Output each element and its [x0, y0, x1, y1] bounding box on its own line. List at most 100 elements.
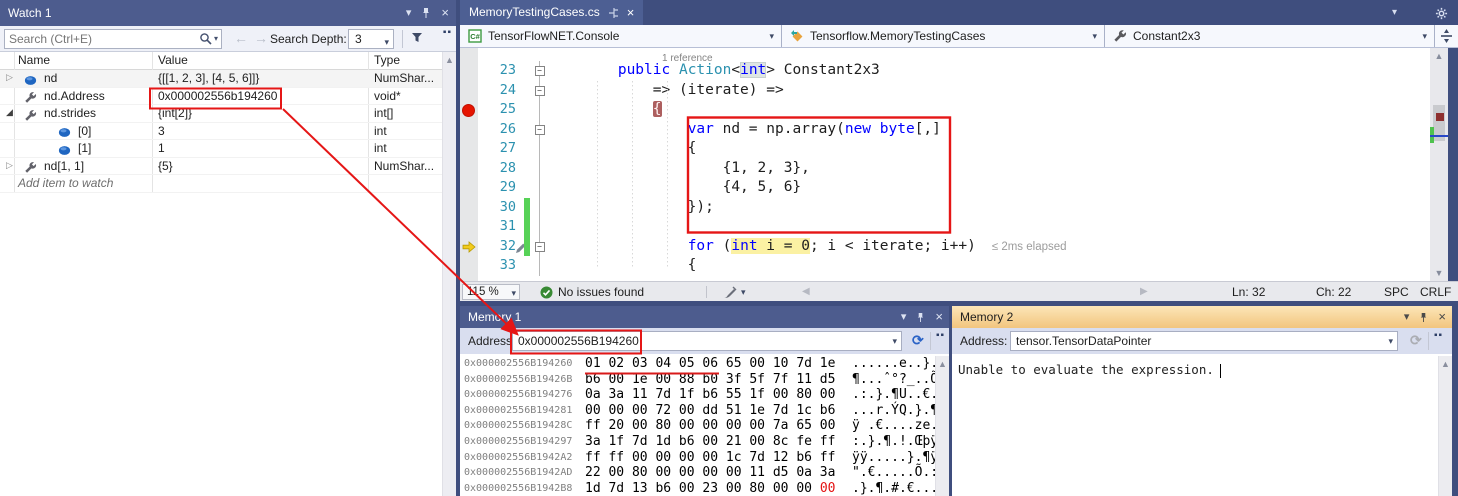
pin-icon[interactable] — [916, 306, 925, 328]
memory2-address-input[interactable] — [1016, 333, 1381, 349]
code-text[interactable]: }); — [548, 198, 1430, 218]
code-line[interactable]: 30 }); — [460, 198, 1430, 218]
document-dropdown-icon[interactable]: ▾ — [1392, 7, 1397, 18]
memory-row[interactable]: 0x000002556B194297 3a 1f 7d 1d b6 00 21 … — [460, 434, 935, 450]
scroll-up-icon[interactable]: ▲ — [443, 55, 456, 65]
breakpoint-margin-cell[interactable] — [460, 159, 478, 179]
code-line[interactable]: 26 − var nd = np.array(new byte[,] — [460, 120, 1430, 140]
column-header-name[interactable]: Name — [18, 53, 50, 67]
hscroll-left-icon[interactable]: ◀ — [802, 286, 810, 297]
scroll-up-icon[interactable]: ▲ — [1439, 359, 1452, 369]
window-position-icon[interactable]: ▾ — [901, 306, 907, 328]
codelens-row[interactable]: 1 reference — [460, 48, 1430, 61]
outlining-cell[interactable] — [532, 178, 548, 198]
code-text[interactable]: => (iterate) => — [548, 81, 1430, 101]
code-line[interactable]: 32 − for (int i = 0; i < iterate; i++)≤ … — [460, 237, 1430, 257]
watch-row[interactable]: ▷ nd[1, 1] {5} NumShar... — [0, 158, 442, 176]
fold-collapse-icon[interactable]: − — [535, 66, 545, 76]
memory2-titlebar[interactable]: Memory 2 ▾ × — [952, 306, 1452, 328]
watch-row[interactable]: ◢ nd.strides {int[2]} int[] — [0, 105, 442, 123]
memory-row[interactable]: 0x000002556B194260 01 02 03 04 05 06 65 … — [460, 356, 935, 372]
fold-collapse-icon[interactable]: − — [535, 242, 545, 252]
memory1-titlebar[interactable]: Memory 1 ▾ × — [460, 306, 949, 328]
code-text[interactable] — [548, 217, 1430, 237]
watch-row[interactable]: nd.Address 0x000002556b194260 void* — [0, 88, 442, 106]
outlining-cell[interactable]: − — [532, 61, 548, 81]
issues-status-text[interactable]: No issues found — [558, 285, 644, 299]
column-header-value[interactable]: Value — [158, 53, 188, 67]
type-dropdown[interactable]: Tensorflow.MemoryTestingCases ▾ — [782, 25, 1105, 47]
expander-icon[interactable]: ◢ — [6, 107, 13, 118]
refresh-icon[interactable]: ⟳ — [1410, 332, 1422, 349]
outlining-cell[interactable]: − — [532, 120, 548, 140]
code-line[interactable]: 25 { — [460, 100, 1430, 120]
code-text[interactable]: {1, 2, 3}, — [548, 159, 1430, 179]
memory-row[interactable]: 0x000002556B1942A2 ff ff 00 00 00 00 1c … — [460, 450, 935, 466]
code-text[interactable]: var nd = np.array(new byte[,] — [548, 120, 1430, 140]
outlining-cell[interactable] — [532, 217, 548, 237]
outlining-cell[interactable] — [532, 256, 548, 276]
breakpoint-margin-cell[interactable] — [460, 120, 478, 140]
gear-icon[interactable] — [1435, 5, 1448, 19]
watch-row[interactable]: [1] 1 int — [0, 140, 442, 158]
filter-icon[interactable] — [410, 30, 424, 45]
memory1-hex-dump[interactable]: 0x000002556B194260 01 02 03 04 05 06 65 … — [460, 356, 935, 496]
search-input[interactable] — [9, 31, 179, 47]
toolbar-overflow-icon[interactable]: ▪▪ — [443, 27, 452, 38]
search-forward-icon[interactable]: → — [254, 30, 268, 46]
memory2-scrollbar[interactable]: ▲ — [1438, 356, 1452, 496]
project-dropdown[interactable]: C# TensorFlowNET.Console ▾ — [460, 25, 782, 47]
member-dropdown[interactable]: Constant2x3 ▾ — [1105, 25, 1435, 47]
window-position-icon[interactable]: ▾ — [1404, 306, 1410, 328]
breakpoint-margin-cell[interactable] — [460, 81, 478, 101]
breakpoint-margin-cell[interactable] — [460, 237, 478, 257]
memory-row[interactable]: 0x000002556B194281 00 00 00 72 00 dd 51 … — [460, 403, 935, 419]
code-text[interactable]: { — [548, 256, 1430, 276]
outlining-cell[interactable] — [532, 159, 548, 179]
outlining-cell[interactable] — [532, 100, 548, 120]
code-text[interactable]: { — [548, 100, 1430, 120]
breakpoint-margin-cell[interactable] — [460, 198, 478, 218]
code-line[interactable]: 33 { — [460, 256, 1430, 276]
outlining-cell[interactable] — [532, 139, 548, 159]
toolbar-overflow-icon[interactable]: ▪▪ — [936, 330, 945, 341]
memory-row[interactable]: 0x000002556B194276 0a 3a 11 7d 1f b6 55 … — [460, 387, 935, 403]
code-line[interactable]: 29 {4, 5, 6} — [460, 178, 1430, 198]
format-brush-icon[interactable] — [722, 285, 737, 299]
watch-row[interactable]: ▷ nd {[[1, 2, 3], [4, 5, 6]]} NumShar... — [0, 70, 442, 88]
memory1-scrollbar[interactable]: ▲ — [935, 356, 949, 496]
expander-icon[interactable]: ▷ — [6, 72, 13, 83]
memory-row[interactable]: 0x000002556B19426B b6 00 1e 00 88 b0 3f … — [460, 372, 935, 388]
pin-icon[interactable] — [421, 0, 431, 26]
watch-window-titlebar[interactable]: Watch 1 ▾ × — [0, 0, 456, 26]
window-position-icon[interactable]: ▾ — [406, 0, 412, 26]
breakpoint-icon[interactable] — [462, 104, 475, 117]
breakpoint-margin-cell[interactable] — [460, 217, 478, 237]
code-text[interactable]: public Action<int> Constant2x3 — [548, 61, 1430, 81]
code-line[interactable]: 28 {1, 2, 3}, — [460, 159, 1430, 179]
code-line[interactable]: 23 − public Action<int> Constant2x3 — [460, 61, 1430, 81]
memory-row[interactable]: 0x000002556B19428C ff 20 00 80 00 00 00 … — [460, 418, 935, 434]
split-window-icon[interactable] — [1435, 25, 1458, 47]
close-icon[interactable]: × — [1438, 306, 1446, 328]
search-back-icon[interactable]: ← — [234, 30, 248, 46]
search-depth-combo[interactable]: 3 ▾ — [348, 29, 394, 49]
close-icon[interactable]: × — [627, 0, 635, 25]
pin-icon[interactable] — [1419, 306, 1428, 328]
watch-row[interactable]: [0] 3 int — [0, 123, 442, 141]
expander-icon[interactable]: ▷ — [6, 160, 13, 171]
document-tab[interactable]: MemoryTestingCases.cs × — [460, 0, 643, 25]
watch-scrollbar[interactable]: ▲ — [442, 52, 456, 496]
code-text-area[interactable]: 1 reference 23 − public Action<int> Cons… — [460, 48, 1430, 281]
memory1-address-input[interactable] — [518, 333, 885, 349]
code-text[interactable]: {4, 5, 6} — [548, 178, 1430, 198]
chevron-down-icon[interactable]: ▾ — [741, 287, 746, 298]
scroll-up-icon[interactable]: ▲ — [936, 359, 949, 369]
search-box[interactable]: ▾ — [4, 29, 222, 49]
close-icon[interactable]: × — [441, 0, 449, 26]
zoom-level-combo[interactable]: 115 % ▾ — [462, 284, 520, 300]
fold-collapse-icon[interactable]: − — [535, 86, 545, 96]
outlining-cell[interactable] — [532, 198, 548, 218]
code-text[interactable]: { — [548, 139, 1430, 159]
watch-column-headers[interactable]: Name Value Type — [0, 52, 442, 70]
